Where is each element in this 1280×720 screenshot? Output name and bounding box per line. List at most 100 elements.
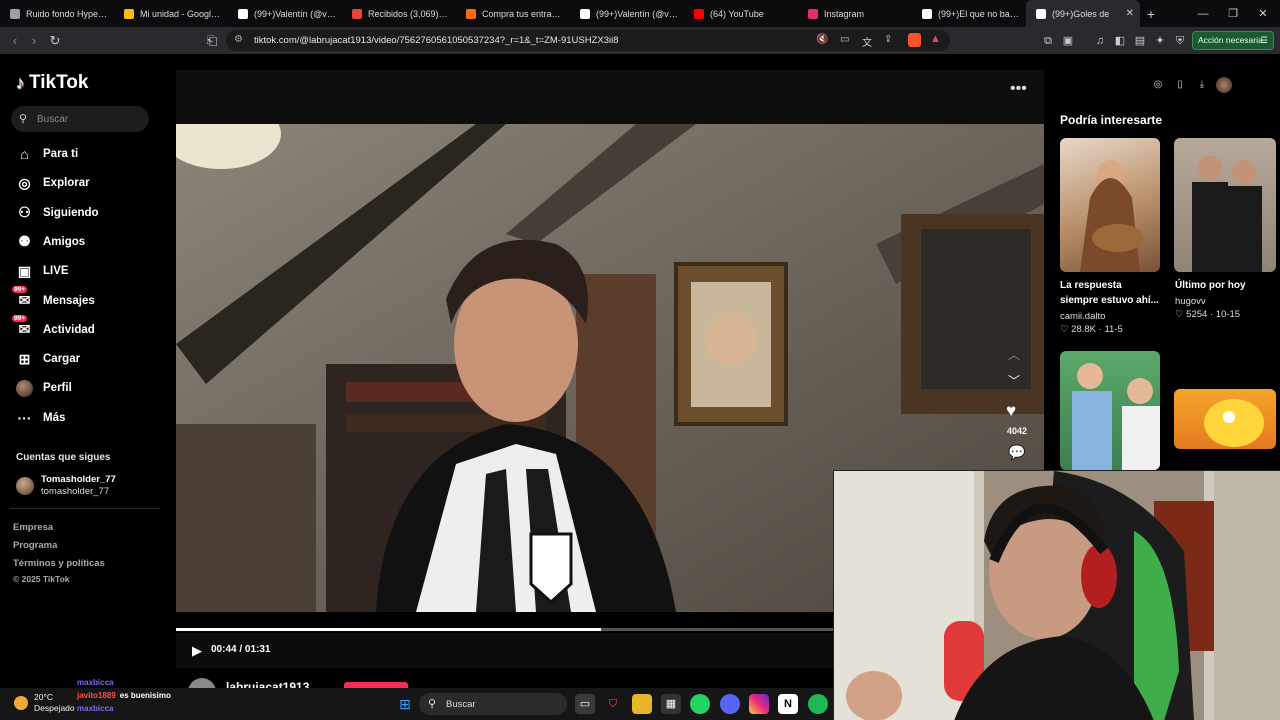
- leo-ai-icon[interactable]: ✦: [1152, 33, 1168, 49]
- address-bar[interactable]: ⚙ tiktok.com/@labrujacat1913/video/75627…: [226, 30, 950, 51]
- recommended-thumbnail[interactable]: [1060, 351, 1160, 470]
- discord-icon[interactable]: [720, 694, 740, 714]
- nav-item-explorar[interactable]: ◎ Explorar: [16, 172, 89, 194]
- heart-icon: ♡: [1175, 309, 1184, 320]
- nav-item-cargar[interactable]: ⊞ Cargar: [16, 348, 80, 370]
- card-title[interactable]: Último por hoy: [1175, 278, 1277, 293]
- browser-tab[interactable]: Compra tus entradas p: [456, 0, 570, 27]
- nav-item-live[interactable]: ▣ LIVE: [16, 260, 69, 282]
- browser-tab[interactable]: (99+)Goles de ✕: [1026, 0, 1140, 27]
- author-avatar[interactable]: [188, 678, 216, 688]
- nav-item-perfil[interactable]: Perfil: [16, 377, 72, 399]
- browser-tab[interactable]: (99+)Valentín (@valen: [570, 0, 684, 27]
- nav-item-mensajes[interactable]: ✉ 99+ Mensajes: [12, 286, 95, 312]
- file-explorer-icon[interactable]: [632, 694, 652, 714]
- phone-icon[interactable]: ▯: [1172, 77, 1188, 93]
- back-icon[interactable]: ‹: [6, 32, 24, 50]
- brave-browser-icon[interactable]: ⛉: [603, 694, 623, 714]
- live-icon: ▣: [17, 262, 32, 279]
- minimize-icon[interactable]: —: [1188, 0, 1218, 27]
- recommended-thumbnail[interactable]: [1174, 138, 1276, 272]
- wallet-icon[interactable]: ▣: [1060, 33, 1076, 49]
- like-icon[interactable]: ♥: [1006, 401, 1016, 421]
- recommended-thumbnail[interactable]: [1060, 138, 1160, 272]
- bookmark-icon[interactable]: ⎗: [203, 32, 221, 50]
- browser-tab[interactable]: Instagram: [798, 0, 912, 27]
- card-likes: 5254: [1186, 309, 1208, 320]
- taskbar-search[interactable]: ⚲ Buscar: [419, 693, 567, 715]
- nav-item-parati[interactable]: ⌂ Para ti: [16, 143, 78, 165]
- sidebar-toggle-icon[interactable]: ◧: [1112, 33, 1128, 49]
- close-tab-icon[interactable]: ✕: [1126, 8, 1134, 19]
- tiktok-sidebar: ♪ TikTok ⚲ Buscar ⌂ Para ti ◎ Explorar ⚇ Sigu…: [0, 54, 176, 688]
- profile-avatar-icon[interactable]: [1216, 77, 1236, 93]
- media-icon[interactable]: ▤: [1132, 33, 1148, 49]
- maximize-icon[interactable]: ❐: [1218, 0, 1248, 27]
- forward-icon[interactable]: ›: [25, 32, 43, 50]
- spotify-icon[interactable]: [808, 694, 828, 714]
- windows-start-icon[interactable]: ⊞: [395, 694, 415, 714]
- heart-icon: ♡: [1060, 324, 1069, 335]
- mute-icon[interactable]: 🔇: [816, 34, 828, 45]
- browser-tab[interactable]: (64) YouTube: [684, 0, 798, 27]
- download-icon[interactable]: ⤓: [1194, 77, 1210, 93]
- browser-tab[interactable]: Recibidos (3,069) - cor: [342, 0, 456, 27]
- nav-item-más[interactable]: ··· Más: [16, 407, 66, 429]
- card-stats: ♡ 28.8K · 11-5: [1060, 324, 1123, 335]
- tiktok-logo[interactable]: ♪ TikTok: [16, 72, 88, 94]
- search-input[interactable]: ⚲ Buscar: [11, 106, 149, 132]
- previous-video-icon[interactable]: ︿: [1008, 346, 1020, 363]
- translate-icon[interactable]: 文: [862, 34, 872, 49]
- brave-shield-icon[interactable]: [908, 33, 921, 47]
- browser-tab[interactable]: (99+)Valentín (@valen: [228, 0, 342, 27]
- compass-icon[interactable]: ◎: [1150, 77, 1166, 93]
- browser-tab[interactable]: (99+)El que no baila n: [912, 0, 1026, 27]
- play-icon[interactable]: ▶: [192, 643, 202, 659]
- nav-item-actividad[interactable]: ✉ 99+ Actividad: [12, 315, 95, 341]
- action-needed-button[interactable]: Acción necesaria ☰: [1192, 31, 1274, 50]
- webcam-overlay: [833, 470, 1280, 720]
- extensions-icon[interactable]: ⧉: [1040, 33, 1056, 49]
- more-options-icon[interactable]: •••: [1010, 80, 1027, 98]
- cast-icon[interactable]: ▭: [840, 34, 849, 45]
- copyright: © 2025 TikTok: [13, 574, 70, 584]
- task-view-icon[interactable]: ▭: [575, 694, 595, 714]
- close-window-icon[interactable]: ✕: [1248, 0, 1278, 27]
- reload-icon[interactable]: ↻: [46, 32, 64, 50]
- browser-tab[interactable]: Mi unidad - Google Dr: [114, 0, 228, 27]
- video-header: [176, 70, 1044, 124]
- nav-item-label: Más: [43, 411, 66, 424]
- top-right-icons: ◎ ▯ ⤓: [1150, 77, 1236, 93]
- vpn-icon[interactable]: ⛨: [1172, 33, 1188, 49]
- new-tab-button[interactable]: +: [1140, 6, 1162, 22]
- share-icon[interactable]: ⇪: [884, 34, 892, 45]
- footer-link-programa[interactable]: Programa: [13, 540, 57, 551]
- tab-title: (64) YouTube: [710, 8, 764, 19]
- music-icon[interactable]: ♫: [1092, 33, 1108, 49]
- footer-link-empresa[interactable]: Empresa: [13, 522, 53, 533]
- followed-account[interactable]: Tomasholder_77 tomasholder_77: [16, 474, 116, 498]
- notion-icon[interactable]: N: [778, 694, 798, 714]
- instagram-icon[interactable]: [749, 694, 769, 714]
- chat-text: es buenisimo: [119, 691, 171, 700]
- card-date: 11-5: [1104, 324, 1123, 335]
- footer-link-terms[interactable]: Términos y políticas: [13, 558, 105, 569]
- site-info-icon[interactable]: ⚙: [234, 34, 243, 45]
- recommended-thumbnail[interactable]: [1174, 389, 1276, 449]
- store-icon[interactable]: ▦: [661, 694, 681, 714]
- nav-item-amigos[interactable]: ⚉ Amigos: [16, 231, 85, 253]
- browser-tab[interactable]: Ruido fondo HyperX C: [0, 0, 114, 27]
- card-user[interactable]: camii.dalto: [1060, 311, 1105, 322]
- comment-icon[interactable]: 💬: [1008, 444, 1025, 461]
- nav-item-siguiendo[interactable]: ⚇ Siguiendo: [16, 202, 98, 224]
- next-video-icon[interactable]: ﹀: [1008, 372, 1020, 389]
- menu-icon: ☰: [1260, 35, 1268, 45]
- card-stats: ♡ 5254 · 10-15: [1175, 309, 1241, 320]
- weather-widget[interactable]: 20°C Despejado: [14, 692, 75, 714]
- card-user[interactable]: hugovv: [1175, 296, 1206, 307]
- author-name[interactable]: labrujacat1913: [226, 680, 309, 688]
- whatsapp-icon[interactable]: [690, 694, 710, 714]
- tab-title: (99+)Valentín (@valen: [596, 8, 678, 19]
- brave-rewards-icon[interactable]: ▲: [930, 33, 941, 45]
- card-title[interactable]: La respuesta siempre estuvo ahí...: [1060, 278, 1162, 308]
